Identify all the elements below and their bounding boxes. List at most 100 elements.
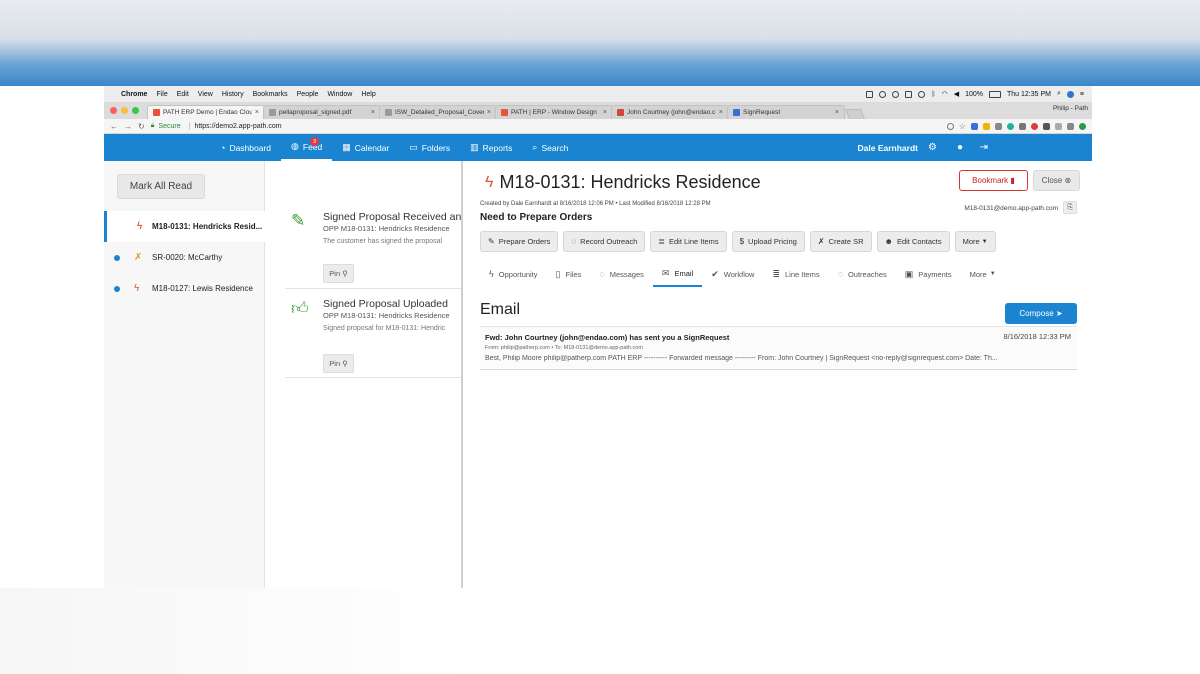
browser-tab[interactable]: SignRequest ×: [727, 105, 845, 119]
extension-icon[interactable]: [1079, 122, 1086, 130]
sidebar-item[interactable]: ϟ M18-0131: Hendricks Resid...: [104, 211, 265, 242]
edit-contacts-button[interactable]: ☻ Edit Contacts: [876, 231, 950, 252]
bolt-icon: ϟ: [485, 173, 494, 191]
new-tab-button[interactable]: [845, 109, 865, 119]
close-window-icon[interactable]: [110, 107, 117, 114]
browser-tab[interactable]: John Courtney (john@endao.c ×: [611, 105, 729, 119]
tab-workflow[interactable]: ✔ Workflow: [702, 261, 763, 287]
browser-tab[interactable]: PATH ERP Demo | Endao Cloud ×: [147, 105, 265, 119]
star-icon[interactable]: ☆: [959, 122, 966, 131]
minimize-window-icon[interactable]: [121, 107, 128, 114]
more-actions-button[interactable]: More ▼: [954, 231, 996, 252]
feed-card[interactable]: ✎ Signed Proposal Received and OPP M18-0…: [285, 211, 461, 289]
feed-card[interactable]: 👍︎ Signed Proposal Uploaded OPP M18-0131…: [285, 298, 461, 378]
close-button[interactable]: Close ⊗: [1033, 170, 1080, 191]
reload-icon[interactable]: ↻: [138, 122, 145, 131]
volume-icon[interactable]: ◀: [954, 90, 959, 98]
chat-icon[interactable]: ●: [957, 134, 963, 161]
tab-outreaches[interactable]: ◌ Outreaches: [829, 261, 896, 287]
nav-reports[interactable]: ▥ Reports: [460, 134, 522, 161]
extension-icon[interactable]: [1019, 122, 1026, 130]
tab-close-icon[interactable]: ×: [255, 109, 259, 116]
notification-center-icon[interactable]: ≡: [1080, 91, 1084, 98]
menu-help[interactable]: Help: [361, 91, 375, 98]
maximize-window-icon[interactable]: [132, 107, 139, 114]
email-row[interactable]: Fwd: John Courtney (john@endao.com) has …: [480, 326, 1077, 370]
tab-close-icon[interactable]: ×: [371, 109, 375, 116]
email-from: From: philip@patherp.com • To: M18-0131@…: [485, 345, 643, 351]
extension-icon[interactable]: [1043, 122, 1050, 130]
browser-profile[interactable]: Philip - Path: [1053, 105, 1088, 112]
tab-files[interactable]: ▯ Files: [547, 261, 591, 287]
nav-folders[interactable]: ▭ Folders: [399, 134, 460, 161]
tab-opportunity[interactable]: ϟ Opportunity: [480, 261, 547, 287]
extension-icon[interactable]: [971, 122, 978, 130]
extension-icon[interactable]: [1031, 122, 1038, 130]
nav-dashboard[interactable]: ◔ Dashboard: [210, 134, 281, 161]
status-icon[interactable]: [879, 90, 887, 98]
tab-line-items[interactable]: ≣ Line Items: [763, 261, 828, 287]
tab-close-icon[interactable]: ×: [603, 109, 607, 116]
email-preview: Best, Philip Moore philip@patherp.com PA…: [485, 355, 998, 362]
record-outreach-button[interactable]: ◌ Record Outreach: [563, 231, 646, 252]
status-icon[interactable]: [892, 90, 900, 98]
pin-button[interactable]: Pin ⚲: [323, 354, 354, 373]
menu-people[interactable]: People: [297, 91, 319, 98]
browser-tab[interactable]: PATH | ERP - Window Design ×: [495, 105, 613, 119]
extension-icon[interactable]: [983, 122, 990, 130]
tab-payments[interactable]: ▣ Payments: [896, 261, 961, 287]
user-menu[interactable]: Dale Earnhardt: [858, 134, 918, 161]
zoom-icon[interactable]: [946, 122, 954, 130]
tab-more[interactable]: More ▼: [961, 261, 1005, 287]
edit-line-items-button[interactable]: ≣ Edit Line Items: [650, 231, 727, 252]
nav-feed[interactable]: ◍ Feed 3: [281, 134, 333, 161]
url-input[interactable]: https://demo2.app-path.com: [194, 123, 281, 130]
clock[interactable]: Thu 12:35 PM: [1007, 91, 1051, 98]
prepare-orders-button[interactable]: ✎ Prepare Orders: [480, 231, 559, 252]
menu-file[interactable]: File: [156, 91, 167, 98]
sidebar-item[interactable]: ϟ M18-0127: Lewis Residence: [104, 273, 265, 304]
tab-email[interactable]: ✉ Email: [652, 261, 703, 287]
menu-history[interactable]: History: [222, 91, 244, 98]
menu-edit[interactable]: Edit: [177, 91, 189, 98]
browser-tab[interactable]: pellaproposal_signed.pdf ×: [263, 105, 381, 119]
tab-close-icon[interactable]: ×: [487, 109, 491, 116]
airplay-icon[interactable]: [905, 90, 913, 98]
spotlight-icon[interactable]: ⌕: [1057, 90, 1061, 98]
forward-icon[interactable]: →: [124, 122, 132, 131]
comment-icon: ◌: [837, 269, 843, 279]
compose-button[interactable]: Compose ➤: [1005, 303, 1077, 324]
extension-icon[interactable]: [1055, 122, 1062, 130]
nav-search[interactable]: ⌕ Search: [522, 134, 578, 161]
menu-app[interactable]: Chrome: [121, 91, 147, 98]
menu-view[interactable]: View: [198, 91, 213, 98]
sidebar-item[interactable]: ✗ SR-0020: McCarthy: [104, 242, 265, 273]
copy-icon[interactable]: ⎘: [1063, 201, 1077, 214]
card-description: Signed proposal for M18-0131: Hendric: [323, 325, 446, 332]
sidebar-list: ϟ M18-0131: Hendricks Resid... ✗ SR-0020…: [104, 211, 265, 304]
logout-icon[interactable]: ⇥: [980, 134, 988, 161]
time-machine-icon[interactable]: [918, 90, 926, 98]
create-sr-button[interactable]: ✗ Create SR: [809, 231, 872, 252]
menu-bookmarks[interactable]: Bookmarks: [253, 91, 288, 98]
browser-tab[interactable]: ISW_Detailed_Proposal_Cover ×: [379, 105, 497, 119]
upload-pricing-button[interactable]: $ Upload Pricing: [731, 231, 805, 252]
screen-icon[interactable]: [866, 90, 874, 98]
tab-messages[interactable]: ◌ Messages: [590, 261, 653, 287]
bookmark-button[interactable]: Bookmark ▮: [959, 170, 1028, 191]
tab-close-icon[interactable]: ×: [719, 109, 723, 116]
tab-close-icon[interactable]: ×: [835, 109, 839, 116]
wifi-icon[interactable]: ◠: [942, 90, 948, 98]
extension-icon[interactable]: [995, 122, 1002, 130]
bluetooth-icon[interactable]: ᛒ: [931, 91, 935, 98]
menu-window[interactable]: Window: [327, 91, 352, 98]
pin-button[interactable]: Pin ⚲: [323, 264, 354, 283]
extension-icon[interactable]: [1007, 122, 1014, 130]
gear-icon[interactable]: ⚙: [928, 134, 937, 161]
extension-icon[interactable]: [1067, 122, 1074, 130]
back-icon[interactable]: ←: [110, 122, 118, 131]
battery-icon[interactable]: [989, 90, 1002, 98]
nav-calendar[interactable]: ▦ Calendar: [332, 134, 399, 161]
mark-all-read-button[interactable]: Mark All Read: [117, 174, 205, 199]
siri-icon[interactable]: [1066, 90, 1074, 98]
